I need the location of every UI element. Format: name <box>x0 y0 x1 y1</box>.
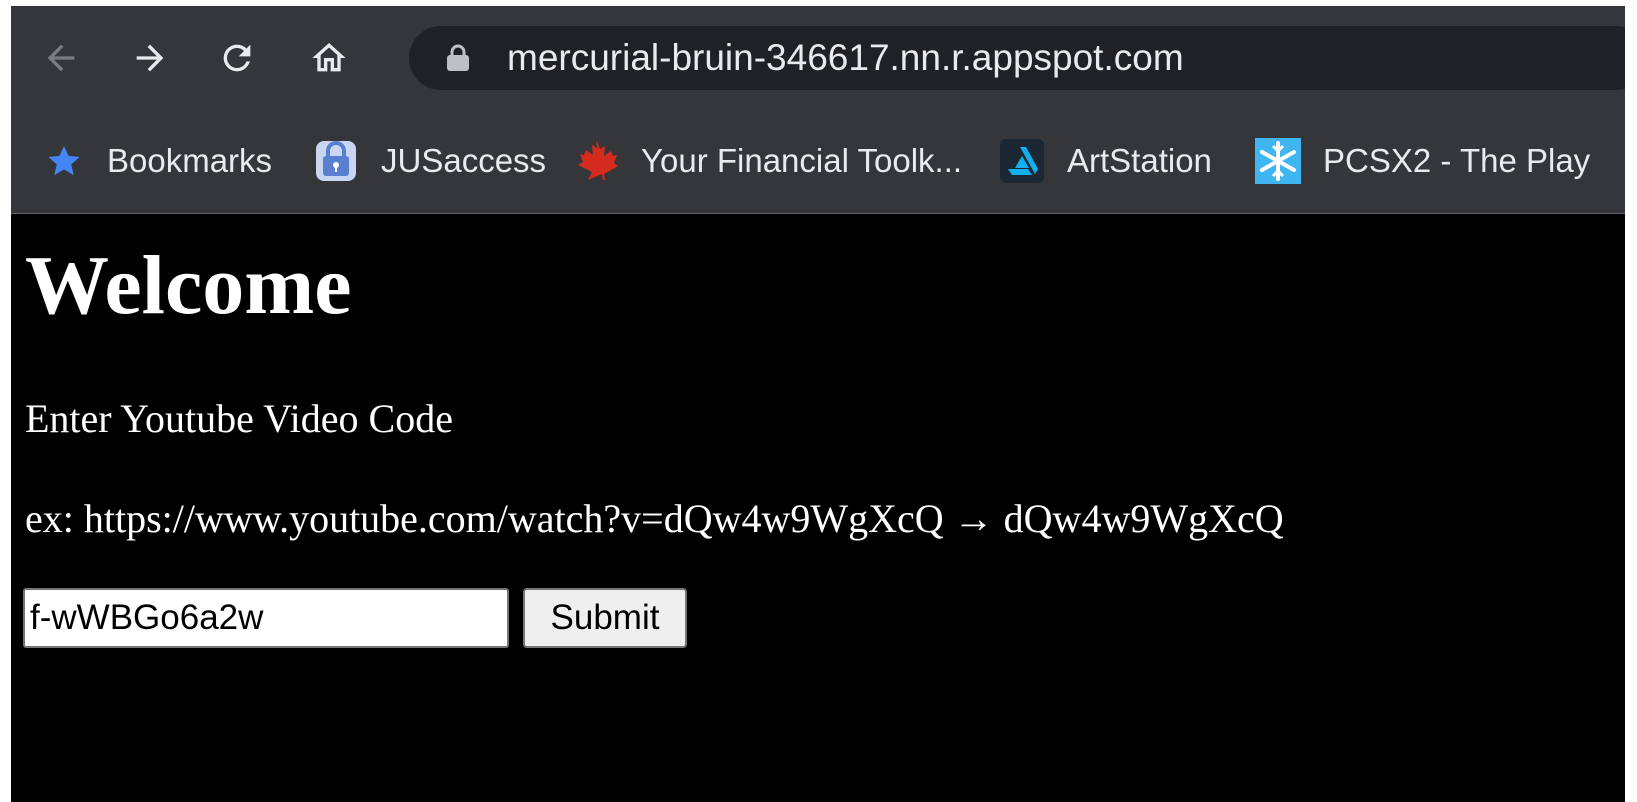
example-text: ex: https://www.youtube.com/watch?v=dQw4… <box>25 496 1284 541</box>
lock-icon[interactable] <box>445 44 471 77</box>
reload-icon[interactable] <box>209 30 265 86</box>
star-icon <box>41 138 87 184</box>
bookmark-bookmarks[interactable]: Bookmarks <box>41 134 272 188</box>
submit-button[interactable]: Submit <box>523 588 687 648</box>
video-code-input[interactable] <box>23 588 509 648</box>
bookmark-artstation[interactable]: ArtStation <box>999 134 1212 188</box>
maple-leaf-icon <box>573 138 619 184</box>
instruction-text: Enter Youtube Video Code <box>25 396 453 441</box>
bookmark-jusaccess[interactable]: JUSaccess <box>313 134 546 188</box>
bookmark-pcsx2[interactable]: PCSX2 - The Play <box>1255 134 1590 188</box>
snowflake-icon <box>1255 138 1301 184</box>
browser-toolbar: mercurial-bruin-346617.nn.r.appspot.com <box>11 6 1625 110</box>
address-bar[interactable]: mercurial-bruin-346617.nn.r.appspot.com <box>409 26 1625 90</box>
artstation-icon <box>999 138 1045 184</box>
page-title: Welcome <box>25 239 352 332</box>
lock-badge-icon <box>313 138 359 184</box>
browser-window: mercurial-bruin-346617.nn.r.appspot.com … <box>11 6 1625 802</box>
forward-arrow-icon[interactable] <box>122 30 178 86</box>
bookmark-financial-toolkit[interactable]: Your Financial Toolk... <box>573 134 962 188</box>
back-arrow-icon[interactable] <box>33 30 89 86</box>
page-content: Welcome Enter Youtube Video Code ex: htt… <box>11 214 1625 802</box>
url-text: mercurial-bruin-346617.nn.r.appspot.com <box>507 37 1184 78</box>
bookmarks-bar: Bookmarks JUSaccess Your Financial Toolk… <box>11 110 1625 214</box>
home-icon[interactable] <box>301 30 357 86</box>
